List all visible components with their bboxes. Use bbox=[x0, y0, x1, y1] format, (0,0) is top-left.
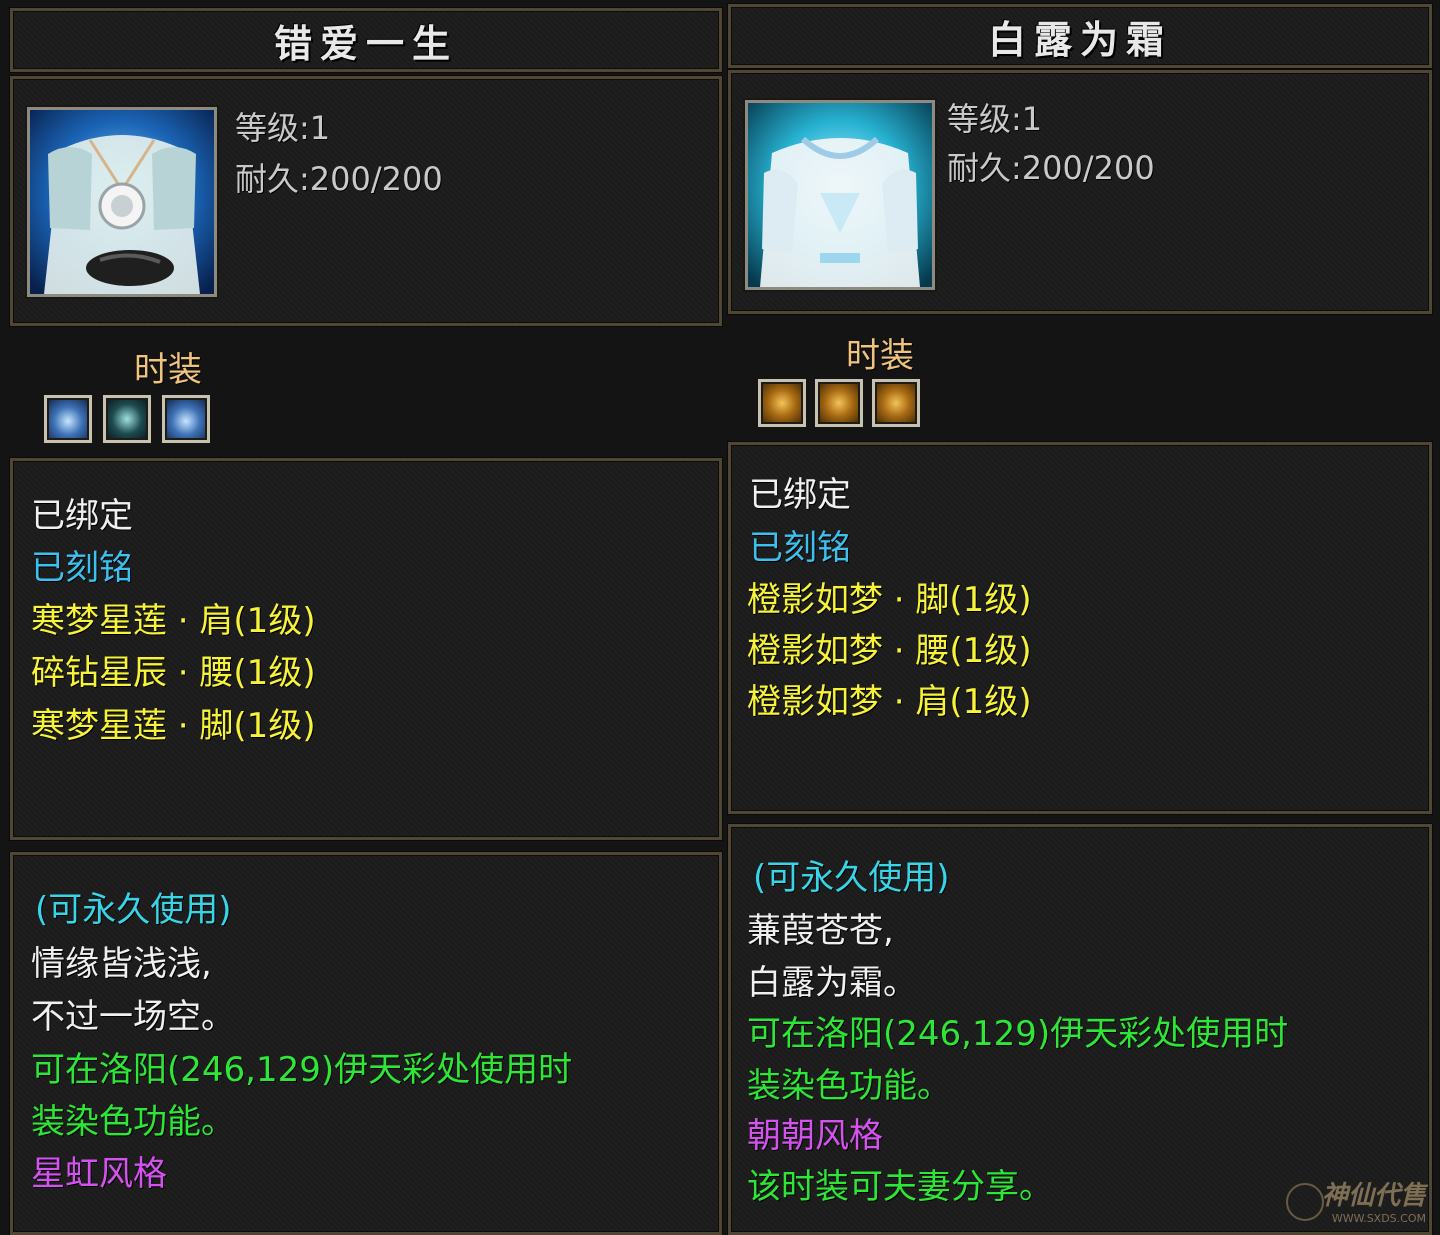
engraved-status: 已刻铭 bbox=[31, 548, 133, 588]
usage-line: 可在洛阳(246,129)伊天彩处使用时 bbox=[31, 1050, 573, 1090]
item-header-panel: 等级:1 耐久:200/200 bbox=[10, 76, 722, 326]
share-line: 该时装可夫妻分享。 bbox=[747, 1167, 1053, 1207]
item-tooltip-right: 白露为霜 等级:1 耐久:200/200 时装 已绑定 已刻铭 橙影如梦 · 脚… bbox=[724, 0, 1440, 1235]
fashion-robe-icon bbox=[30, 110, 214, 294]
item-status-panel: 已绑定 已刻铭 橙影如梦 · 脚(1级) 橙影如梦 · 腰(1级) 橙影如梦 ·… bbox=[728, 442, 1432, 814]
usage-line: 装染色功能。 bbox=[747, 1066, 951, 1106]
usage-line: 装染色功能。 bbox=[31, 1102, 235, 1142]
set-item-line: 寒梦星莲 · 脚(1级) bbox=[31, 706, 316, 746]
item-title: 错爱一生 bbox=[273, 21, 458, 66]
set-item-line: 寒梦星莲 · 肩(1级) bbox=[31, 601, 316, 641]
item-title-bar: 白露为霜 bbox=[728, 4, 1432, 68]
permanent-use-text: (可永久使用) bbox=[753, 858, 950, 898]
amber-gem-icon[interactable] bbox=[758, 379, 806, 427]
item-durability: 耐久:200/200 bbox=[947, 149, 1155, 187]
set-item-line: 橙影如梦 · 肩(1级) bbox=[747, 682, 1032, 722]
item-description-panel: (可永久使用) 情缘皆浅浅, 不过一场空。 可在洛阳(246,129)伊天彩处使… bbox=[10, 852, 722, 1235]
item-title-bar: 错爱一生 bbox=[10, 8, 722, 72]
item-portrait bbox=[27, 107, 217, 297]
watermark-text: 神仙代售 bbox=[1321, 1181, 1426, 1211]
permanent-use-text: (可永久使用) bbox=[35, 890, 232, 930]
fashion-dress-icon bbox=[748, 103, 932, 287]
item-level: 等级:1 bbox=[235, 109, 331, 147]
engraved-status: 已刻铭 bbox=[749, 528, 851, 568]
description-line: 情缘皆浅浅, bbox=[31, 944, 212, 984]
bound-status: 已绑定 bbox=[749, 475, 851, 515]
description-line: 不过一场空。 bbox=[31, 997, 235, 1037]
amber-gem-icon[interactable] bbox=[872, 379, 920, 427]
item-status-panel: 已绑定 已刻铭 寒梦星莲 · 肩(1级) 碎钻星辰 · 腰(1级) 寒梦星莲 ·… bbox=[10, 458, 722, 840]
watermark: 神仙代售 WWW.SXDS.COM bbox=[1322, 1175, 1426, 1225]
style-line: 星虹风格 bbox=[31, 1154, 167, 1194]
usage-line: 可在洛阳(246,129)伊天彩处使用时 bbox=[747, 1014, 1289, 1054]
sparkle-gem-icon[interactable] bbox=[103, 395, 151, 443]
watermark-url: WWW.SXDS.COM bbox=[1331, 1212, 1426, 1225]
set-item-line: 碎钻星辰 · 腰(1级) bbox=[31, 653, 316, 693]
section-label-fashion: 时装 bbox=[134, 350, 202, 390]
bound-status: 已绑定 bbox=[31, 496, 133, 536]
section-label-fashion: 时装 bbox=[846, 336, 914, 376]
style-line: 朝朝风格 bbox=[747, 1116, 883, 1156]
set-item-line: 橙影如梦 · 腰(1级) bbox=[747, 631, 1032, 671]
item-durability: 耐久:200/200 bbox=[235, 160, 443, 198]
item-level: 等级:1 bbox=[947, 100, 1043, 138]
blue-gem-icon[interactable] bbox=[162, 395, 210, 443]
description-line: 白露为霜。 bbox=[747, 963, 917, 1003]
blue-gem-icon[interactable] bbox=[44, 395, 92, 443]
item-tooltip-left: 错爱一生 等级:1 耐久:200/200 时装 已绑定 已刻铭 寒梦星莲 · 肩… bbox=[0, 0, 724, 1235]
description-line: 蒹葭苍苍, bbox=[747, 911, 894, 951]
item-portrait bbox=[745, 100, 935, 290]
watermark-logo-icon bbox=[1286, 1183, 1324, 1221]
set-item-line: 橙影如梦 · 脚(1级) bbox=[747, 580, 1032, 620]
amber-gem-icon[interactable] bbox=[815, 379, 863, 427]
item-description-panel: (可永久使用) 蒹葭苍苍, 白露为霜。 可在洛阳(246,129)伊天彩处使用时… bbox=[728, 824, 1432, 1235]
item-title: 白露为霜 bbox=[987, 17, 1172, 62]
item-header-panel: 等级:1 耐久:200/200 bbox=[728, 70, 1432, 314]
